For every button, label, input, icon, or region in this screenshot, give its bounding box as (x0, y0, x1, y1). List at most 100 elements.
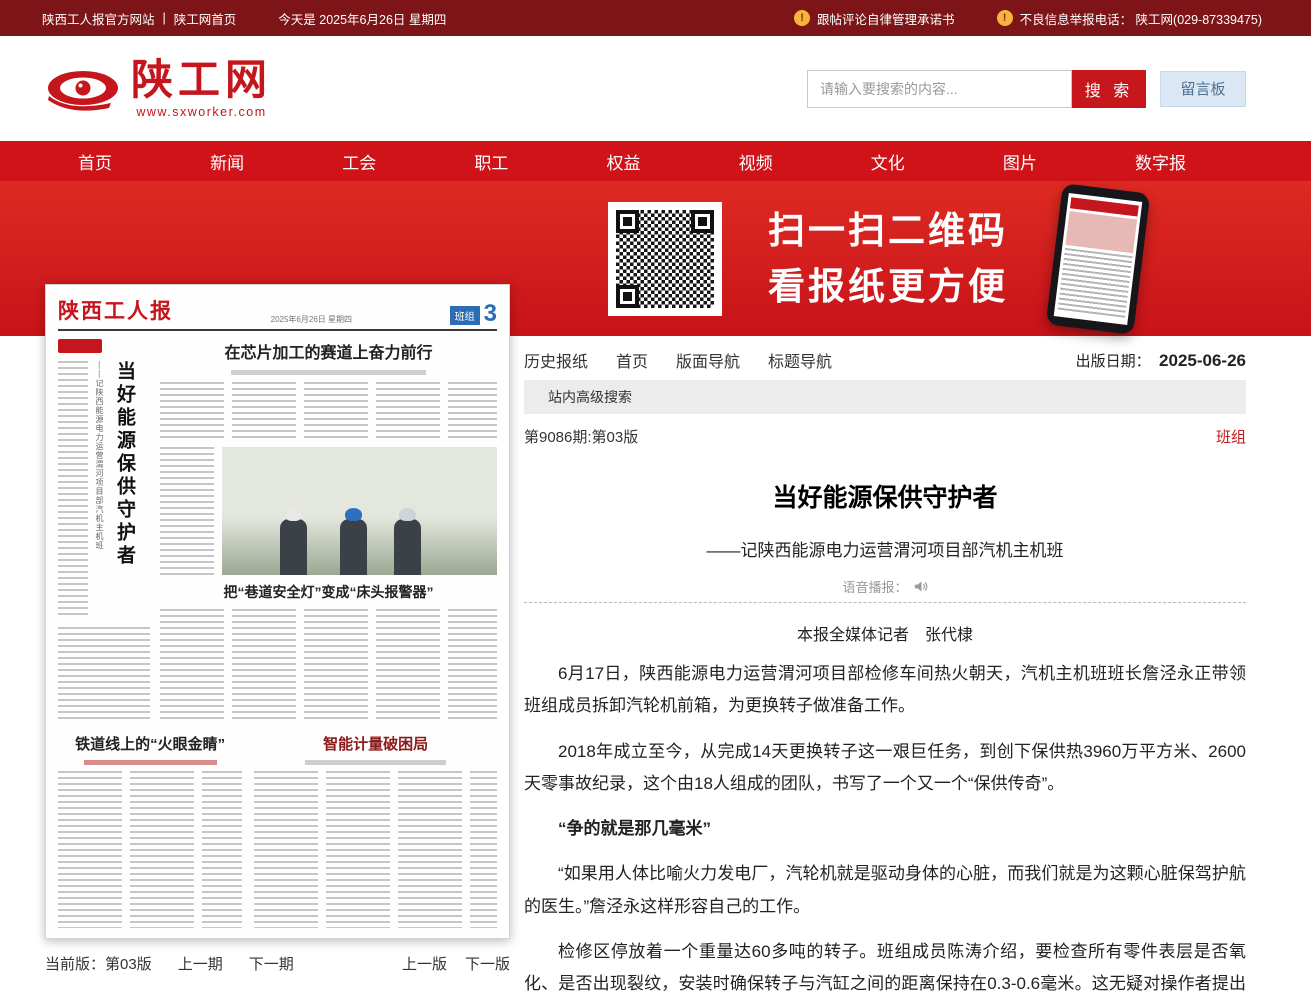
site-logo[interactable]: 陕工网 www.sxworker.com (45, 59, 272, 119)
paper-page-corner: 班组 3 (450, 303, 497, 325)
banner-line-2: 看报纸更方便 (768, 259, 1008, 315)
report-item: ! 不良信息举报电话： 陕工网(029-87339475) (997, 9, 1262, 28)
commitment-item: ! 跟帖评论自律管理承诺书 (794, 9, 955, 28)
publish-date-label: 出版日期： (1076, 353, 1151, 370)
fake-text-block (254, 771, 497, 928)
qr-finder-icon (691, 210, 714, 233)
paper-article4: 智能计量破困局 (254, 733, 497, 928)
paragraph-3: “如果用人体比喻火力发电厂，汽轮机就是驱动身体的心脏，而我们就是为这颗心脏保驾护… (524, 858, 1246, 923)
nav-item-union[interactable]: 工会 (342, 149, 376, 174)
issue-info: 第9086期:第03版 (524, 426, 638, 447)
nav-item-pictures[interactable]: 图片 (1003, 149, 1037, 174)
comment-commitment-link[interactable]: 跟帖评论自律管理承诺书 (817, 9, 955, 28)
logo-icon (45, 62, 121, 116)
prev-issue-link[interactable]: 上一期 (178, 953, 223, 974)
search-input[interactable] (807, 70, 1072, 108)
history-paper-link[interactable]: 历史报纸 (524, 348, 588, 372)
logo-text: 陕工网 www.sxworker.com (131, 59, 272, 119)
byline: 本报全媒体记者 张代棣 (524, 621, 1246, 645)
article-pane: 历史报纸 首页 版面导航 标题导航 出版日期： 2025-06-26 站内高级搜… (518, 340, 1246, 995)
paper-article4-subtitle (305, 760, 446, 765)
section-heading: “争的就是那几毫米” (524, 813, 1246, 845)
site-header: 陕工网 www.sxworker.com 搜 索 留言板 (0, 36, 1311, 141)
advanced-search-link[interactable]: 站内高级搜索 (524, 380, 1246, 414)
phone-text-lines (1057, 247, 1132, 319)
phone-screen (1054, 192, 1143, 324)
paper-article3-subtitle (84, 760, 217, 765)
paper-masthead-title: 陕西工人报 (58, 295, 173, 325)
section-tag[interactable]: 班组 (1216, 426, 1246, 447)
qr-finder-icon (616, 285, 639, 308)
paper-photo-row (160, 447, 497, 575)
nav-item-rights[interactable]: 权益 (607, 149, 641, 174)
article-title: 当好能源保供守护者 (524, 478, 1246, 514)
nav-item-home[interactable]: 首页 (78, 149, 112, 174)
paper-photo (222, 447, 497, 575)
photo-figure (340, 519, 367, 575)
paper-article2-title: 把“巷道安全灯”变成“床头报警器” (160, 582, 497, 602)
paper-article3-title: 铁道线上的“火眼金睛” (58, 733, 242, 754)
title-nav-link[interactable]: 标题导航 (768, 348, 832, 372)
article: 当好能源保供守护者 ——记陕西能源电力运营渭河项目部汽机主机班 语音播报： 本报… (524, 478, 1246, 995)
paper-article4-title: 智能计量破困局 (254, 733, 497, 754)
official-site-link[interactable]: 陕西工人报官方网站 (42, 9, 155, 28)
banner-text: 扫一扫二维码 看报纸更方便 (768, 203, 1008, 314)
nav-item-news[interactable]: 新闻 (210, 149, 244, 174)
paper-center-area: 在芯片加工的赛道上奋力前行 把“巷道安全灯”变成“床头报警器” (160, 339, 497, 723)
commitment-badge-icon: ! (794, 10, 810, 26)
search-area: 搜 索 留言板 (807, 70, 1246, 108)
paragraph-2: 2018年成立至今，从完成14天更换转子这一艰巨任务，到创下保供热3960万平方… (524, 736, 1246, 801)
fake-text-block (58, 361, 88, 619)
publish-date: 出版日期： 2025-06-26 (1076, 350, 1246, 371)
newspaper-page-preview[interactable]: 陕西工人报 2025年6月26日 星期四 班组 3 ——记陕西能源电力运营渭河项… (45, 284, 510, 939)
speaker-icon[interactable] (913, 579, 928, 594)
paper-masthead: 陕西工人报 2025年6月26日 星期四 班组 3 (58, 295, 497, 331)
message-board-button[interactable]: 留言板 (1160, 71, 1246, 107)
topbar-separator: | (163, 11, 166, 25)
tts-label: 语音播报： (842, 577, 907, 596)
next-page-link[interactable]: 下一版 (465, 953, 510, 974)
fake-text-block (58, 627, 150, 723)
paper-top-area: ——记陕西能源电力运营渭河项目部汽机主机班 当好能源保供守护者 在芯片加工的赛道… (58, 331, 497, 723)
paper-nav: 历史报纸 首页 版面导航 标题导航 出版日期： 2025-06-26 (524, 340, 1246, 380)
article-subtitle: ——记陕西能源电力运营渭河项目部汽机主机班 (524, 536, 1246, 561)
paper-article1-subtitle (231, 370, 426, 375)
today-date: 今天是 2025年6月26日 星期四 (278, 9, 446, 28)
next-issue-link[interactable]: 下一期 (249, 953, 294, 974)
nav-item-workers[interactable]: 职工 (474, 149, 508, 174)
photo-figure (280, 519, 307, 575)
logo-title: 陕工网 (131, 59, 272, 101)
paper-article1-title: 在芯片加工的赛道上奋力前行 (160, 339, 497, 363)
tts-control[interactable]: 语音播报： (524, 577, 1246, 596)
paper-preview-pane: 陕西工人报 2025年6月26日 星期四 班组 3 ——记陕西能源电力运营渭河项… (45, 284, 510, 995)
fake-text-block (160, 382, 497, 440)
dashed-divider (524, 602, 1246, 603)
search-button[interactable]: 搜 索 (1072, 70, 1146, 108)
pager-left: 当前版：第03版 上一期 下一期 (45, 953, 294, 974)
banner-line-1: 扫一扫二维码 (768, 203, 1008, 259)
paper-article3: 铁道线上的“火眼金睛” (58, 733, 242, 928)
paper-masthead-date: 2025年6月26日 星期四 (271, 314, 352, 325)
phone-mockup (1046, 183, 1151, 335)
topbar-right: ! 跟帖评论自律管理承诺书 ! 不良信息举报电话： 陕工网(029-873394… (794, 9, 1262, 28)
topbar: 陕西工人报官方网站 | 陕工网首页 今天是 2025年6月26日 星期四 ! 跟… (0, 0, 1311, 36)
main-content: 陕西工人报 2025年6月26日 星期四 班组 3 ——记陕西能源电力运营渭河项… (0, 336, 1311, 995)
phone-image (1065, 211, 1137, 253)
fake-text-block (58, 771, 242, 928)
report-badge-icon: ! (997, 10, 1013, 26)
paper-home-link[interactable]: 首页 (616, 348, 648, 372)
qr-code (608, 202, 722, 316)
qr-finder-icon (616, 210, 639, 233)
nav-item-culture[interactable]: 文化 (871, 149, 905, 174)
prev-page-link[interactable]: 上一版 (402, 953, 447, 974)
paper-section-label: 班组 (450, 306, 480, 325)
layout-nav-link[interactable]: 版面导航 (676, 348, 740, 372)
nav-item-video[interactable]: 视频 (739, 149, 773, 174)
paper-bottom-area: 铁道线上的“火眼金睛” 智能计量破困局 (58, 733, 497, 928)
current-page-label: 当前版：第03版 (45, 953, 152, 974)
fake-text-block (160, 609, 497, 723)
page-pager: 当前版：第03版 上一期 下一期 上一版 下一版 (45, 953, 510, 974)
home-link[interactable]: 陕工网首页 (174, 9, 237, 28)
pager-right: 上一版 下一版 (402, 953, 510, 974)
nav-item-digital-paper[interactable]: 数字报 (1135, 149, 1186, 174)
